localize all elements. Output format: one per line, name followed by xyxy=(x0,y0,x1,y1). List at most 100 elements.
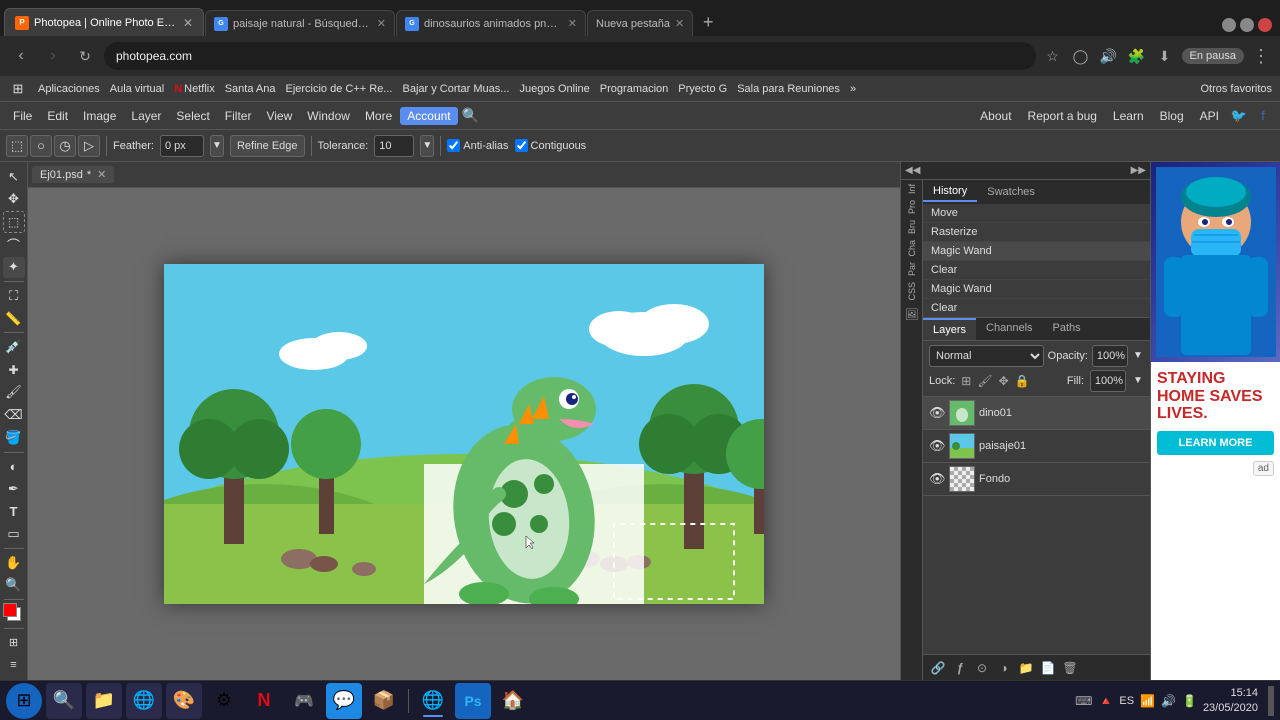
menu-layer[interactable]: Layer xyxy=(124,107,168,125)
opacity-dropdown[interactable]: ▼ xyxy=(1132,345,1144,367)
layer-adjustment-icon[interactable]: ◑ xyxy=(995,659,1013,677)
tool-measure[interactable]: 📏 xyxy=(3,308,25,330)
tool-select-rect[interactable]: ⬚ xyxy=(3,211,25,233)
blend-mode-select[interactable]: Normal xyxy=(929,345,1044,367)
layers-tab[interactable]: Layers xyxy=(923,318,976,340)
taskbar-icon-6[interactable]: N xyxy=(246,683,282,719)
link-layers-icon[interactable]: 🔗 xyxy=(929,659,947,677)
bookmark-ejercicio[interactable]: Ejercicio de C++ Re... xyxy=(285,83,392,95)
history-item-6[interactable]: Clear xyxy=(923,299,1150,317)
bookmark-santa-ana[interactable]: Santa Ana xyxy=(225,83,276,95)
tab-4-close[interactable]: ✕ xyxy=(675,17,684,30)
apps-icon[interactable]: ⊞ xyxy=(8,79,28,99)
tool-zoom[interactable]: 🔍 xyxy=(3,575,25,597)
contiguous-checkbox-label[interactable]: Contiguous xyxy=(515,139,587,152)
tool-move[interactable]: ✥ xyxy=(3,189,25,211)
minimize-button[interactable] xyxy=(1222,18,1236,32)
swatches-tab[interactable]: Swatches xyxy=(977,183,1045,201)
fill-dropdown[interactable]: ▼ xyxy=(1132,370,1144,392)
browser-tab-1[interactable]: P Photopea | Online Photo Editor ✕ xyxy=(4,8,204,36)
browser-tab-3[interactable]: G dinosaurios animados png sin fo... ✕ xyxy=(396,10,586,36)
layer-effects-icon[interactable]: ƒ xyxy=(951,659,969,677)
lock-icon[interactable]: 🔒 xyxy=(1015,374,1030,388)
menu-window[interactable]: Window xyxy=(300,107,357,125)
facebook-icon[interactable]: f xyxy=(1252,105,1274,127)
menu-select[interactable]: Select xyxy=(169,107,216,125)
side-tab-info[interactable]: Inf xyxy=(907,184,917,194)
history-item-2[interactable]: Rasterize xyxy=(923,223,1150,242)
delete-layer-icon[interactable]: 🗑 xyxy=(1061,659,1079,677)
feather-dropdown[interactable]: ▼ xyxy=(210,135,224,157)
back-button[interactable]: ‹ xyxy=(8,43,34,69)
collapse-left-arrow[interactable]: ◀◀ xyxy=(905,165,920,176)
taskbar-icon-9[interactable]: 📦 xyxy=(366,683,402,719)
new-layer-icon[interactable]: 📄 xyxy=(1039,659,1057,677)
tool-extra-2[interactable]: ≡ xyxy=(3,654,25,676)
layer-item-fondo[interactable]: 👁 Fondo xyxy=(923,463,1150,496)
menu-report-bug[interactable]: Report a bug xyxy=(1021,107,1104,125)
tool-fill[interactable]: 🪣 xyxy=(3,427,25,449)
menu-file[interactable]: File xyxy=(6,107,39,125)
bookmark-sala[interactable]: Sala para Reuniones xyxy=(737,83,840,95)
side-tab-paragraph[interactable]: Par xyxy=(907,262,917,276)
tool-heal[interactable]: ✚ xyxy=(3,359,25,381)
bookmark-aplicaciones[interactable]: Aplicaciones xyxy=(38,83,100,95)
tool-shape-3[interactable]: ◷ xyxy=(54,135,76,157)
tool-crop[interactable]: ⛶ xyxy=(3,285,25,307)
menu-view[interactable]: View xyxy=(259,107,299,125)
menu-filter[interactable]: Filter xyxy=(218,107,259,125)
layer-item-dino01[interactable]: 👁 dino01 xyxy=(923,397,1150,430)
menu-account[interactable]: Account xyxy=(400,107,457,125)
url-bar[interactable]: photopea.com xyxy=(104,42,1036,70)
netflix-icon[interactable]: N Netflix xyxy=(174,83,215,95)
collapse-right-arrow[interactable]: ▶▶ xyxy=(1131,165,1146,176)
paths-tab[interactable]: Paths xyxy=(1043,318,1091,340)
history-item-3[interactable]: Magic Wand xyxy=(923,242,1150,261)
opacity-input[interactable] xyxy=(1092,345,1128,367)
taskbar-icon-4[interactable]: 🎨 xyxy=(166,683,202,719)
layer-mask-icon[interactable]: ⊙ xyxy=(973,659,991,677)
tool-shape[interactable]: ▭ xyxy=(3,523,25,545)
tool-shape-2[interactable]: ○ xyxy=(30,135,52,157)
layer-vis-fondo[interactable]: 👁 xyxy=(929,471,945,487)
tool-eraser[interactable]: ⌫ xyxy=(3,404,25,426)
twitter-icon[interactable]: 🐦 xyxy=(1228,105,1250,127)
taskbar-icon-7[interactable]: 🎮 xyxy=(286,683,322,719)
taskbar-icon-3[interactable]: 🌐 xyxy=(126,683,162,719)
tool-shape-1[interactable]: ⬚ xyxy=(6,135,28,157)
canvas-file-tab[interactable]: Ej01.psd * ✕ xyxy=(32,166,114,183)
profile-icon[interactable]: ◯ xyxy=(1070,45,1092,67)
history-tab[interactable]: History xyxy=(923,182,977,202)
bookmarks-more[interactable]: » xyxy=(850,83,856,95)
tool-shape-4[interactable]: ▷ xyxy=(78,135,100,157)
layer-vis-dino01[interactable]: 👁 xyxy=(929,405,945,421)
search-icon[interactable]: 🔍 xyxy=(459,104,483,128)
network-icon[interactable]: 📶 xyxy=(1140,694,1155,708)
new-tab-button[interactable]: + xyxy=(694,8,722,36)
bookmark-juegos[interactable]: Juegos Online xyxy=(519,83,589,95)
fill-input[interactable] xyxy=(1090,370,1126,392)
forward-button[interactable]: › xyxy=(40,43,66,69)
contiguous-checkbox[interactable] xyxy=(515,139,528,152)
tool-pointer[interactable]: ↖ xyxy=(3,166,25,188)
tool-dodge[interactable]: ◐ xyxy=(3,455,25,477)
canvas-tab-close[interactable]: ✕ xyxy=(97,168,106,181)
tool-hand[interactable]: ✋ xyxy=(3,552,25,574)
taskbar-icon-1[interactable]: 🔍 xyxy=(46,683,82,719)
tray-icon-2[interactable]: 🔺 xyxy=(1098,694,1113,708)
taskbar-icon-explorer[interactable]: 🏠 xyxy=(495,683,531,719)
start-button[interactable]: ⊞ xyxy=(6,683,42,719)
refine-edge-button[interactable]: Refine Edge xyxy=(230,135,305,157)
history-item-1[interactable]: Move xyxy=(923,204,1150,223)
taskbar-icon-5[interactable]: ⚙ xyxy=(206,683,242,719)
history-item-5[interactable]: Magic Wand xyxy=(923,280,1150,299)
tolerance-dropdown[interactable]: ▼ xyxy=(420,135,434,157)
browser-tab-2[interactable]: G paisaje natural - Búsqueda de G... ✕ xyxy=(205,10,395,36)
side-tab-character[interactable]: Cha xyxy=(907,240,917,257)
tool-pen[interactable]: ✒ xyxy=(3,478,25,500)
tool-text[interactable]: T xyxy=(3,501,25,523)
taskbar-icon-ps[interactable]: Ps xyxy=(455,683,491,719)
tool-select-lasso[interactable]: ⌒ xyxy=(3,234,25,256)
bookmark-aula[interactable]: Aula virtual xyxy=(110,83,164,95)
tray-icon-1[interactable]: ⌨ xyxy=(1075,694,1092,708)
